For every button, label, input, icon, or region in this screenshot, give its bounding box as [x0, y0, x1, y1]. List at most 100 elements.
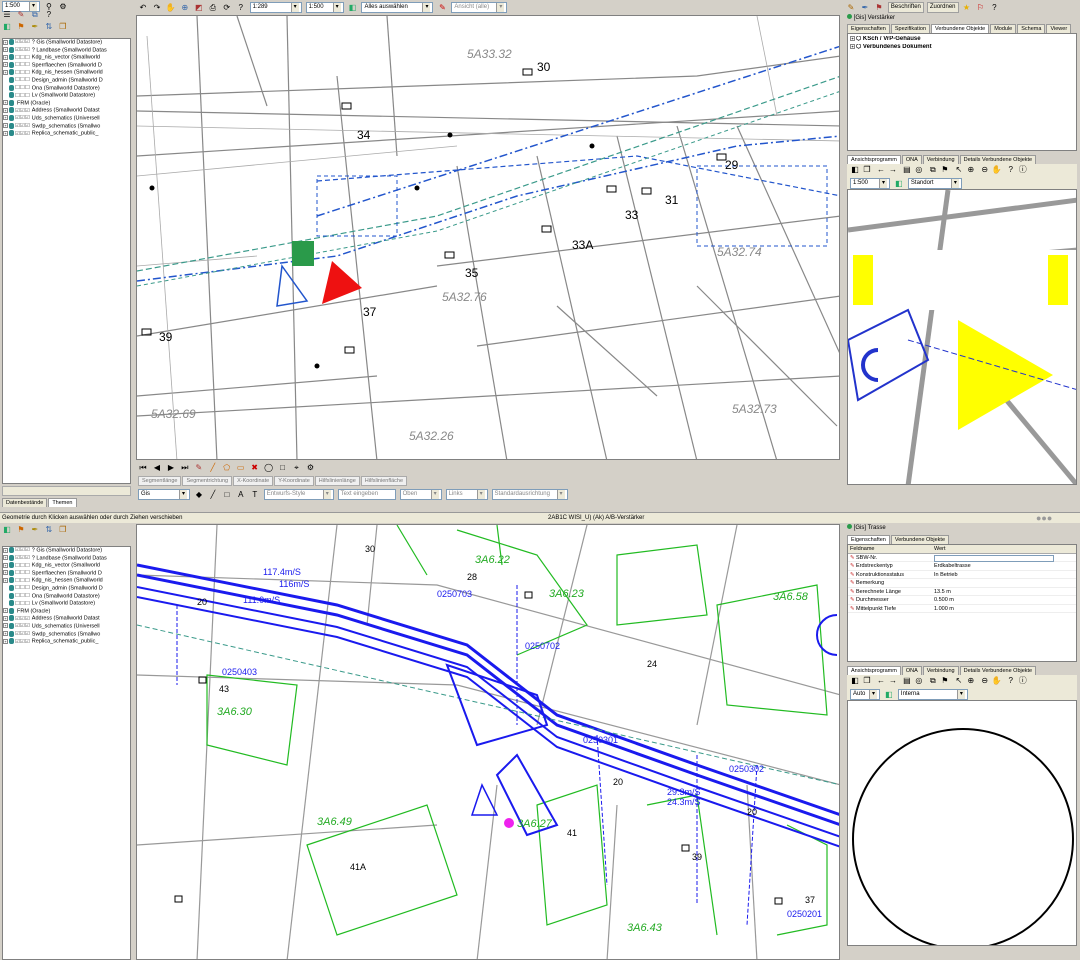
tree-item[interactable]: + ☐☐☐ Kdg_nis_vector (Smallworld: [3, 54, 130, 62]
tree-item[interactable]: + ☑☑☑? Gis (Smallworld Datastore): [3, 39, 130, 47]
segment-field[interactable]: Segmentrichtung: [182, 476, 233, 486]
last-icon[interactable]: ⏭: [180, 463, 190, 473]
tree-item[interactable]: ☐☐☐ Ona (Smallworld Datastore): [3, 84, 130, 93]
table-row[interactable]: ✎Konstruktionsstatus In Betrieb: [848, 571, 1076, 580]
help-icon[interactable]: ?: [1006, 676, 1016, 686]
tree-item[interactable]: + ☐☐☐ Kdg_nis_vector (Smallworld: [3, 562, 130, 570]
visibility-checkboxes[interactable]: ☐☐☐: [15, 563, 30, 569]
expand-icon[interactable]: +: [3, 631, 8, 637]
tree-item[interactable]: + ☑☑☑ Swdp_schematics (Smallwo: [3, 122, 130, 131]
visibility-checkboxes[interactable]: ☐☐☐: [15, 578, 30, 584]
horizontal-scrollbar[interactable]: [2, 486, 131, 496]
viewer1-map[interactable]: [847, 189, 1077, 485]
select-icon[interactable]: ◩: [194, 3, 204, 13]
expand-icon[interactable]: +: [3, 47, 8, 53]
visibility-checkboxes[interactable]: ☑☑☑: [15, 631, 30, 637]
tab[interactable]: Module: [990, 24, 1017, 33]
visibility-checkboxes[interactable]: ☑☑☑: [15, 131, 30, 137]
table-row[interactable]: ✎Erdstreckentyp Erdkabeltrasse: [848, 562, 1076, 571]
filter-icon[interactable]: ⚑: [16, 525, 26, 535]
star-icon[interactable]: ★: [961, 3, 971, 13]
select-all-combo[interactable]: ▾ Alles auswählen: [361, 2, 434, 13]
viewer-location-combo[interactable]: ▾ Interna: [897, 689, 968, 700]
style-combo[interactable]: ▾ Entwurfs-Style: [263, 489, 334, 500]
zuordnen-button[interactable]: Zuordnen: [926, 2, 959, 13]
map-top[interactable]: 30 34 29 31 33 33A 35 37 39 5A32.74 5A32…: [136, 15, 840, 460]
delete-icon[interactable]: ✖: [250, 463, 260, 473]
tree-item[interactable]: + ☑☑☑ Swdp_schematics (Smallwo: [3, 630, 130, 639]
expand-icon[interactable]: +: [3, 555, 8, 561]
segment-field[interactable]: Hilfslinienfläche: [360, 476, 408, 486]
copy-icon[interactable]: ❐: [862, 676, 872, 686]
zoom-in-icon[interactable]: ⊕: [966, 165, 976, 175]
tree-item[interactable]: + ☑☑☑ Replica_schematic_public_: [3, 130, 130, 138]
tab-themen[interactable]: Themen: [48, 498, 77, 507]
expand-icon[interactable]: +: [3, 623, 8, 629]
text-style-icon[interactable]: T: [250, 490, 260, 500]
tree-item[interactable]: + ☑☑☑? Gis (Smallworld Datastore): [3, 547, 130, 555]
text-tool-icon[interactable]: A: [236, 490, 246, 500]
pen-icon[interactable]: ✒: [30, 22, 40, 32]
list-item[interactable]: + ⬡ KSch / VrP-Gehäuse: [850, 36, 1074, 44]
table-row[interactable]: ✎Bemerkung: [848, 579, 1076, 588]
flag-icon[interactable]: ⚑: [940, 676, 950, 686]
tree-item[interactable]: + ☑☑☑ Replica_schematic_public_: [3, 638, 130, 646]
tree-item[interactable]: ☐☐☐ Lv (Smallworld Datastore): [3, 92, 130, 100]
visibility-checkboxes[interactable]: ☐☐☐: [15, 570, 30, 576]
layers-icon[interactable]: ◧: [850, 676, 860, 686]
visibility-checkboxes[interactable]: ☐☐☐: [15, 93, 30, 99]
tab-eigenschaften[interactable]: Eigenschaften: [847, 535, 890, 544]
expand-icon[interactable]: +: [3, 69, 8, 75]
pointer-icon[interactable]: ↖: [954, 676, 964, 686]
copy-icon[interactable]: ❐: [58, 525, 68, 535]
pointer-icon[interactable]: ↖: [954, 165, 964, 175]
refresh-icon[interactable]: ⟳: [222, 3, 232, 13]
first-icon[interactable]: ⏮: [138, 463, 148, 473]
visibility-checkboxes[interactable]: ☐☐☐: [15, 585, 30, 591]
segment-field[interactable]: Y-Koordinate: [274, 476, 314, 486]
forward-icon[interactable]: →: [888, 676, 898, 686]
map-bottom[interactable]: 30 28 24 43 41 41A 39 37 20 20 20 3A6.22…: [136, 524, 840, 960]
expand-icon[interactable]: +: [3, 123, 8, 129]
expand-icon[interactable]: +: [3, 39, 8, 45]
field-value[interactable]: 1.000 m: [934, 605, 1054, 614]
copy2-icon[interactable]: ⧉: [928, 165, 938, 175]
tree-item[interactable]: + ☐☐☐ Kdg_nis_hessen (Smallworld: [3, 577, 130, 585]
layers-icon[interactable]: ◧: [2, 22, 12, 32]
tab[interactable]: Details Verbundene Objekte: [959, 155, 1037, 164]
visibility-checkboxes[interactable]: ☐☐☐: [15, 77, 30, 83]
help-icon[interactable]: ?: [44, 10, 54, 20]
list-item[interactable]: + ⬡ Verbundenes Dokument: [850, 43, 1074, 52]
tree-item[interactable]: + FRM (Oracle): [3, 99, 130, 108]
visibility-checkboxes[interactable]: ☐☐☐: [15, 593, 30, 599]
expand-icon[interactable]: +: [3, 608, 8, 614]
tab[interactable]: Schema: [1017, 24, 1046, 33]
table-row[interactable]: ✎Berechnete Länge 13.5 m: [848, 588, 1076, 596]
field-value[interactable]: Erdkabeltrasse: [934, 562, 1054, 571]
doc-icon[interactable]: ▤: [902, 165, 912, 175]
expand-icon[interactable]: +: [3, 547, 8, 553]
settings-icon[interactable]: ⚙: [305, 463, 315, 473]
draw-icon[interactable]: ✒: [860, 3, 870, 13]
segment-field[interactable]: Segmentlänge: [138, 476, 182, 486]
point-icon[interactable]: ◆: [194, 490, 204, 500]
tree-item[interactable]: + ☐☐☐ Kdg_nis_hessen (Smallworld: [3, 69, 130, 77]
layer-combo[interactable]: ▾ Gis: [138, 489, 190, 500]
target-icon[interactable]: ◎: [914, 676, 924, 686]
table-row[interactable]: ✎Mittelpunkt Tiefe 1.000 m: [848, 605, 1076, 614]
rect-icon[interactable]: ▭: [236, 463, 246, 473]
expand-icon[interactable]: +: [3, 638, 8, 644]
copy-icon[interactable]: ❐: [58, 22, 68, 32]
tree-item[interactable]: + FRM (Oracle): [3, 607, 130, 616]
tree-item[interactable]: ☐☐☐ Lv (Smallworld Datastore): [3, 600, 130, 608]
tab[interactable]: Spezifikation: [890, 24, 931, 33]
expand-icon[interactable]: +: [3, 570, 8, 576]
field-value[interactable]: In Betrieb: [934, 571, 1054, 580]
segment-field[interactable]: Hilfslinienlänge: [314, 476, 360, 486]
doc-icon[interactable]: ▤: [902, 676, 912, 686]
sort-icon[interactable]: ⇅: [44, 525, 54, 535]
position-combo-2[interactable]: ▾ Links: [445, 489, 488, 500]
visibility-checkboxes[interactable]: ☐☐☐: [15, 70, 30, 76]
tree-item[interactable]: + ☑☑☑ Uds_schematics (Universell: [3, 622, 130, 631]
tree-item[interactable]: ☐☐☐ Design_admin (Smallworld D: [3, 584, 130, 593]
